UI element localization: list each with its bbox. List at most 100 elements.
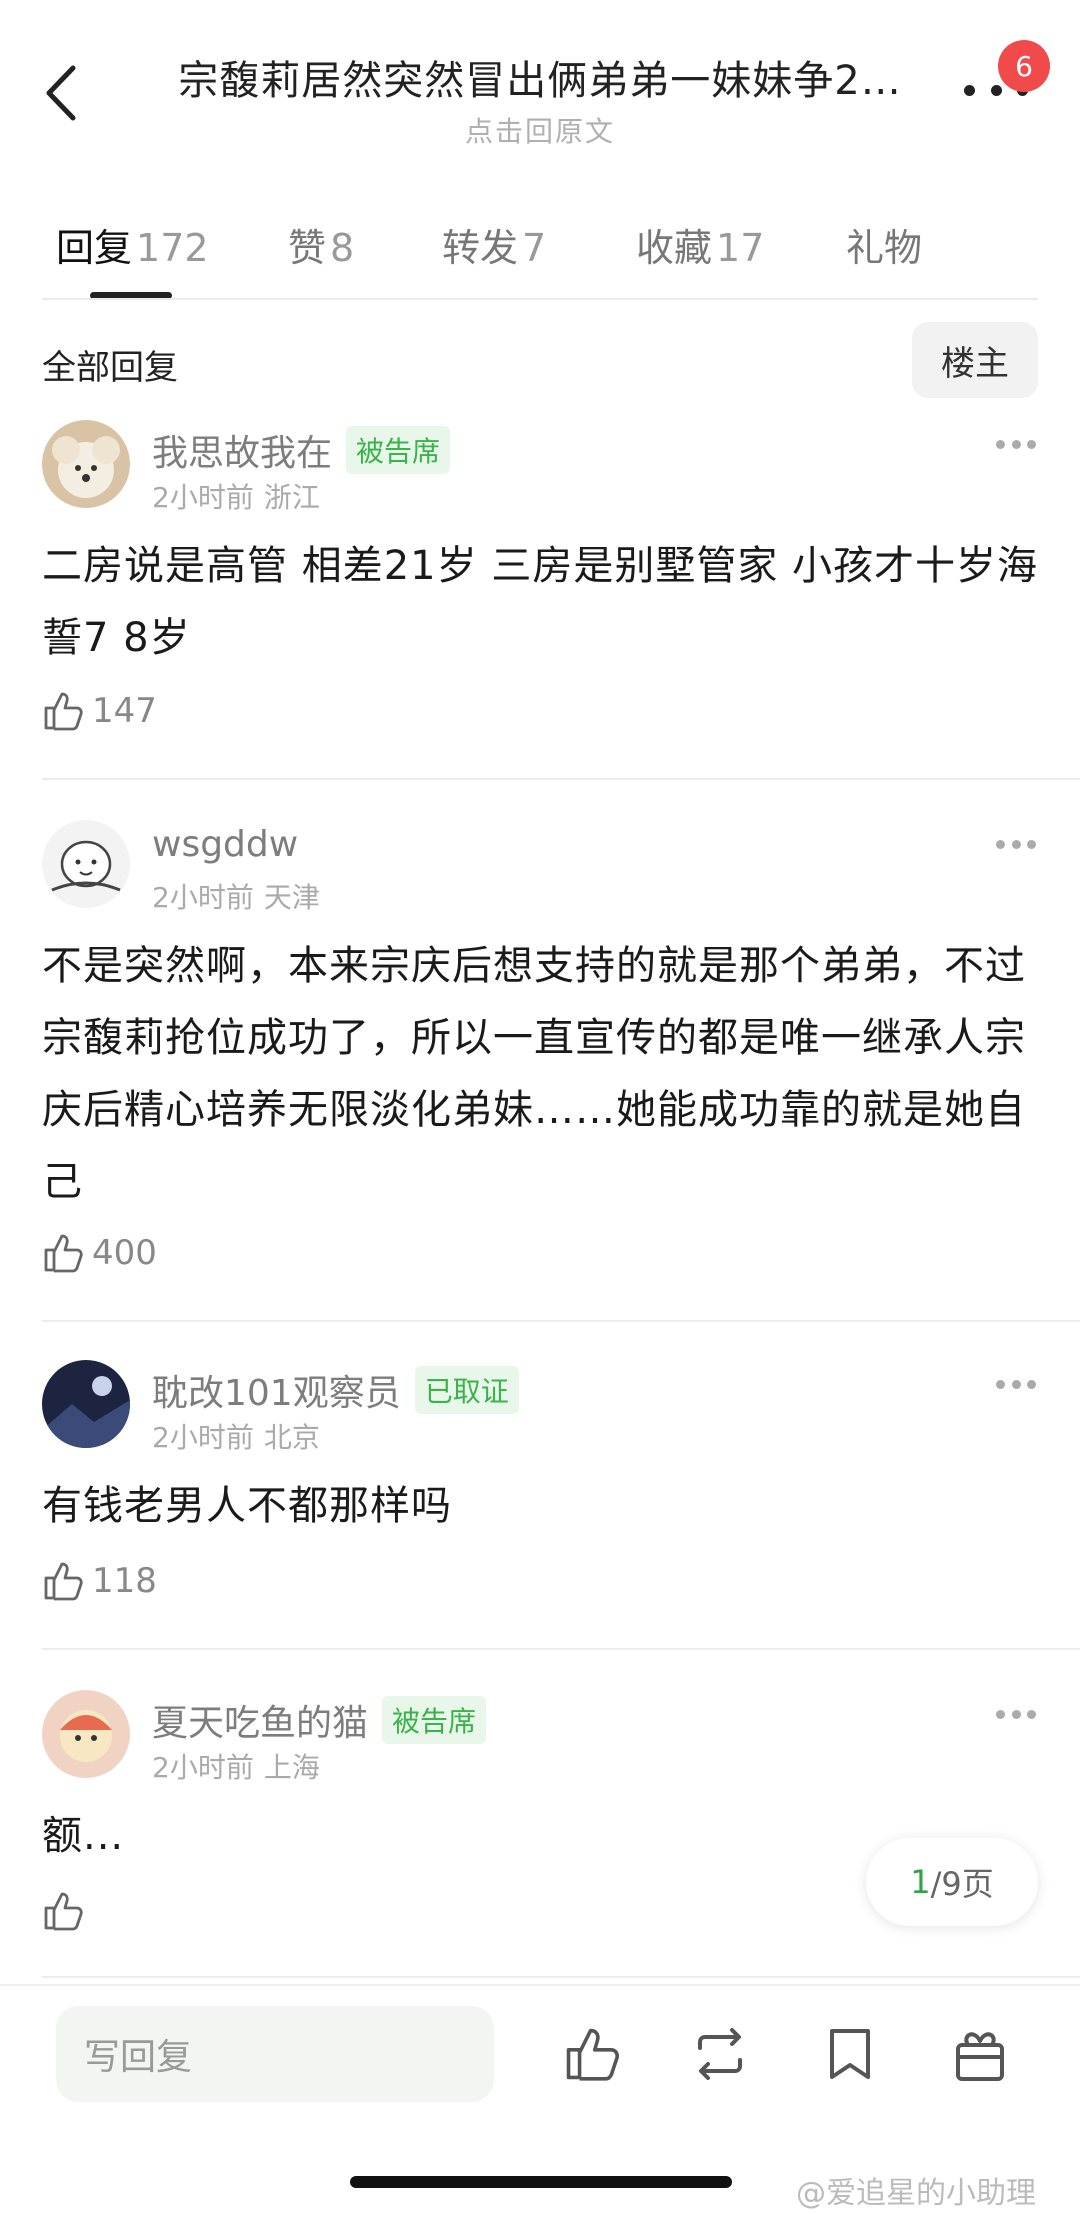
- avatar[interactable]: [42, 420, 130, 508]
- more-dot-icon: [990, 84, 1002, 96]
- like-post-button[interactable]: [560, 2022, 624, 2086]
- page-indicator[interactable]: 1/9页: [866, 1838, 1038, 1926]
- username-row: 耽改101观察员 已取证: [152, 1364, 519, 1416]
- username-row: wsgddw: [152, 824, 298, 865]
- more-dot-icon: [996, 1710, 1005, 1719]
- post-title[interactable]: 宗馥莉居然突然冒出俩弟弟一妹妹争2…: [150, 48, 930, 106]
- more-dot-icon: [1027, 1380, 1036, 1389]
- comment-location: 上海: [263, 1751, 320, 1784]
- tab-count: 172: [136, 226, 209, 270]
- watermark: @爱追星的小助理: [796, 2176, 1036, 2211]
- comment-time: 2小时前: [152, 1421, 254, 1454]
- comment-meta: 2小时前 天津: [152, 876, 320, 916]
- more-dot-icon: [1011, 440, 1021, 449]
- like-count: 400: [92, 1233, 157, 1273]
- avatar[interactable]: [42, 820, 130, 908]
- username[interactable]: 耽改101观察员: [152, 1364, 401, 1416]
- like-button[interactable]: 400: [42, 1232, 157, 1274]
- op-only-button[interactable]: 楼主: [912, 322, 1038, 398]
- tab-label: 礼物: [846, 226, 923, 270]
- tab-reposts[interactable]: 转发 7: [442, 217, 546, 272]
- user-tag: 被告席: [382, 1696, 487, 1744]
- more-dot-icon: [1011, 1710, 1021, 1719]
- divider: [42, 778, 1080, 780]
- comment-text: 有钱老男人不都那样吗: [42, 1483, 452, 1529]
- comment-meta: 2小时前 北京: [152, 1416, 320, 1456]
- back-button[interactable]: [36, 58, 86, 128]
- all-replies-label: 全部回复: [42, 348, 178, 388]
- thumbs-up-icon: [44, 1892, 83, 1931]
- username[interactable]: 我思故我在: [152, 424, 332, 476]
- back-arrow-icon: [46, 65, 76, 121]
- comment-time: 2小时前: [152, 881, 254, 914]
- more-dot-icon: [1011, 840, 1021, 849]
- gift-button[interactable]: [948, 2022, 1012, 2086]
- bookmark-button[interactable]: [818, 2022, 882, 2086]
- username-row: 我思故我在 被告席: [152, 424, 451, 476]
- tab-gifts[interactable]: 礼物: [846, 217, 922, 272]
- like-button[interactable]: [42, 1890, 92, 1932]
- tab-count: 7: [522, 226, 547, 270]
- avatar[interactable]: [42, 1690, 130, 1778]
- tab-label: 收藏: [636, 226, 713, 270]
- tab-likes[interactable]: 赞8: [288, 217, 354, 272]
- comment-time: 2小时前: [152, 481, 254, 514]
- tab-label: 转发: [442, 226, 519, 270]
- thumbs-up-icon: [44, 1234, 83, 1273]
- more-dot-icon: [1027, 840, 1036, 849]
- home-indicator: [350, 2176, 732, 2188]
- tab-replies[interactable]: 回复 172: [56, 217, 209, 272]
- tab-favorites[interactable]: 收藏 17: [636, 217, 764, 272]
- comment-meta: 2小时前 浙江: [152, 476, 320, 516]
- tab-count: 17: [716, 226, 765, 270]
- notification-badge[interactable]: 6: [998, 40, 1050, 92]
- comment-text: 二房说是高管 相差21岁 三房是别墅管家 小孩才十岁海誓7 8岁: [42, 543, 1039, 661]
- back-to-original-link[interactable]: 点击回原文: [150, 110, 930, 150]
- more-dot-icon: [996, 840, 1005, 849]
- avatar[interactable]: [42, 1360, 130, 1448]
- repost-button[interactable]: [688, 2022, 752, 2086]
- bookmark-icon: [830, 2029, 870, 2079]
- comment-location: 天津: [263, 881, 320, 914]
- total-pages: /9页: [930, 1865, 994, 1903]
- divider: [42, 1648, 1080, 1650]
- tab-label: 回复: [56, 226, 133, 270]
- tab-label: 赞: [288, 226, 327, 270]
- username-row: 夏天吃鱼的猫 被告席: [152, 1694, 487, 1746]
- gift-icon: [956, 2032, 1004, 2081]
- comment-meta: 2小时前 上海: [152, 1746, 320, 1786]
- more-dot-icon: [1027, 440, 1036, 449]
- divider: [42, 1976, 1080, 1978]
- more-dot-icon: [1011, 1380, 1021, 1389]
- more-dot-icon: [996, 440, 1005, 449]
- title-block[interactable]: 宗馥莉居然突然冒出俩弟弟一妹妹争2… 点击回原文: [150, 48, 930, 150]
- divider: [42, 1320, 1080, 1322]
- divider: [42, 298, 1038, 300]
- current-page: 1: [910, 1863, 931, 1901]
- top-bar: 宗馥莉居然突然冒出俩弟弟一妹妹争2… 点击回原文 6: [0, 0, 1080, 160]
- more-dot-icon: [996, 1380, 1005, 1389]
- comment-location: 浙江: [263, 481, 320, 514]
- comment-text: 不是突然啊，本来宗庆后想支持的就是那个弟弟，不过宗馥莉抢位成功了，所以一直宣传的…: [42, 943, 1026, 1205]
- like-button[interactable]: 147: [42, 690, 157, 732]
- comment-more-button[interactable]: [996, 1380, 1036, 1392]
- reply-input[interactable]: 写回复: [56, 2006, 494, 2102]
- thumbs-up-icon: [566, 2028, 619, 2081]
- comment-location: 北京: [263, 1421, 320, 1454]
- comment-more-button[interactable]: [996, 1710, 1036, 1722]
- comment-more-button[interactable]: [996, 840, 1036, 852]
- tab-bar: 回复 172 赞8 转发 7 收藏 17 礼物: [0, 205, 1080, 300]
- like-button[interactable]: 118: [42, 1560, 157, 1602]
- user-tag: 已取证: [414, 1366, 519, 1414]
- username[interactable]: 夏天吃鱼的猫: [152, 1694, 368, 1746]
- like-count: 118: [92, 1561, 157, 1601]
- username[interactable]: wsgddw: [152, 824, 298, 865]
- more-dot-icon: [1027, 1710, 1036, 1719]
- user-tag: 被告席: [346, 426, 451, 474]
- like-count: 147: [92, 691, 157, 731]
- more-dot-icon: [964, 84, 975, 96]
- thumbs-up-icon: [44, 692, 83, 731]
- comment-more-button[interactable]: [996, 440, 1036, 452]
- comment-time: 2小时前: [152, 1751, 254, 1784]
- thumbs-up-icon: [44, 1562, 83, 1601]
